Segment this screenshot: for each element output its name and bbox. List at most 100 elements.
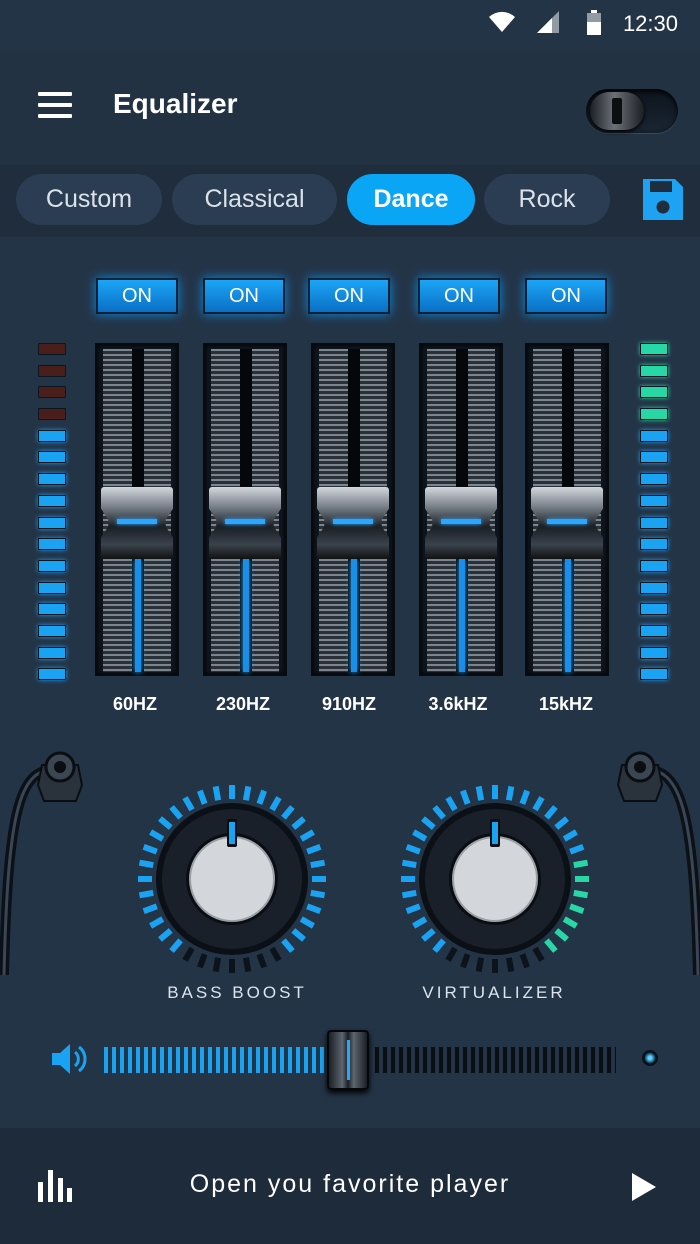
knob-tick — [562, 829, 578, 842]
knob-tick — [182, 796, 195, 812]
knob-tick — [242, 785, 252, 801]
meter-segment — [38, 646, 66, 659]
meter-segment — [38, 516, 66, 529]
virtualizer-dial[interactable] — [399, 783, 591, 975]
knob-tick — [310, 889, 326, 899]
meter-segment — [640, 386, 668, 399]
meter-segment — [640, 408, 668, 421]
volume-thumb[interactable] — [326, 1030, 369, 1090]
bass-boost-knob[interactable] — [136, 783, 328, 975]
meter-segment — [640, 364, 668, 377]
preset-tab-classical[interactable]: Classical — [172, 174, 337, 225]
page-title: Equalizer — [113, 88, 238, 119]
save-icon[interactable] — [640, 177, 685, 222]
knob-tick — [445, 946, 458, 962]
knob-tick — [197, 953, 208, 969]
knob-tick — [212, 957, 222, 973]
knob-tick — [242, 957, 252, 973]
knob-tick — [269, 796, 282, 812]
menu-icon[interactable] — [38, 92, 72, 118]
band-slider-15khz[interactable] — [525, 343, 609, 676]
meter-segment — [38, 386, 66, 399]
knob-tick — [505, 785, 515, 801]
volume-fill — [104, 1047, 335, 1073]
slider-fill — [565, 559, 571, 672]
knob-tick — [412, 916, 428, 929]
meter-segment — [640, 516, 668, 529]
knob-tick — [562, 916, 578, 929]
meter-segment — [640, 668, 668, 681]
level-meter-right — [640, 343, 668, 690]
speaker-icon[interactable] — [50, 1040, 88, 1078]
knob-tick — [405, 903, 421, 914]
power-toggle[interactable] — [586, 89, 678, 133]
preset-tab-dance[interactable]: Dance — [347, 174, 475, 225]
band-label-3-6khz: 3.6kHZ — [428, 694, 488, 714]
virtualizer-label: VIRTUALIZER — [422, 983, 566, 1002]
knob-tick — [299, 829, 315, 842]
preset-bar: Custom Classical Dance Rock — [0, 165, 700, 237]
knob-tick — [158, 928, 173, 942]
band-slider-910hz[interactable] — [311, 343, 395, 676]
knob-tick — [532, 946, 545, 962]
knob-tick — [401, 889, 417, 899]
knob-tick — [401, 859, 417, 869]
band-slider-60hz[interactable] — [95, 343, 179, 676]
slider-thumb[interactable] — [209, 487, 281, 560]
open-player-link[interactable]: Open you favorite player — [0, 1170, 700, 1199]
band-label-15khz: 15kHZ — [538, 694, 594, 714]
meter-segment — [640, 429, 668, 442]
knob-tick — [445, 796, 458, 812]
knob-tick — [299, 916, 315, 929]
volume-track-empty — [374, 1047, 616, 1073]
play-icon[interactable] — [630, 1172, 658, 1202]
virtualizer-knob[interactable] — [399, 783, 591, 975]
knob-tick — [306, 903, 322, 914]
band-label-230hz: 230HZ — [215, 694, 271, 714]
band-on-button-60hz[interactable]: ON — [96, 278, 178, 314]
knob-tick — [291, 928, 306, 942]
band-slider-3-6khz[interactable] — [419, 343, 503, 676]
band-label-60hz: 60HZ — [112, 694, 157, 714]
meter-segment — [640, 451, 668, 464]
slider-thumb[interactable] — [531, 487, 603, 560]
knob-tick — [306, 844, 322, 855]
knob-tick — [544, 805, 558, 820]
meter-segment — [38, 429, 66, 442]
knob-tick — [475, 957, 485, 973]
level-meter-left — [38, 343, 66, 690]
meter-segment — [640, 538, 668, 551]
knob-tick — [532, 796, 545, 812]
band-on-button-910hz[interactable]: ON — [308, 278, 390, 314]
bass-boost-dial[interactable] — [136, 783, 328, 975]
preset-tab-rock[interactable]: Rock — [484, 174, 610, 225]
band-slider-230hz[interactable] — [203, 343, 287, 676]
slider-thumb[interactable] — [317, 487, 389, 560]
knob-tick — [554, 816, 569, 830]
meter-segment — [640, 343, 668, 355]
knob-tick — [432, 805, 446, 820]
knob-tick — [460, 953, 471, 969]
meter-segment — [38, 494, 66, 507]
cellular-signal-icon — [537, 11, 559, 33]
band-on-button-15khz[interactable]: ON — [525, 278, 607, 314]
slider-fill — [243, 559, 249, 672]
knob-tick — [142, 903, 158, 914]
knob-tick — [412, 829, 428, 842]
slider-fill — [351, 559, 357, 672]
volume-indicator-led — [642, 1050, 658, 1066]
slider-thumb[interactable] — [101, 487, 173, 560]
band-on-button-3-6khz[interactable]: ON — [418, 278, 500, 314]
preset-tab-custom[interactable]: Custom — [16, 174, 162, 225]
meter-segment — [640, 603, 668, 616]
knob-tick — [432, 938, 446, 953]
knob-tick — [169, 805, 183, 820]
meter-segment — [640, 646, 668, 659]
slider-fill — [135, 559, 141, 672]
cable-jack-right-icon — [616, 751, 700, 975]
band-on-button-230hz[interactable]: ON — [203, 278, 285, 314]
toggle-knob — [590, 92, 644, 130]
status-time: 12:30 — [622, 11, 678, 36]
slider-thumb[interactable] — [425, 487, 497, 560]
meter-segment — [38, 603, 66, 616]
